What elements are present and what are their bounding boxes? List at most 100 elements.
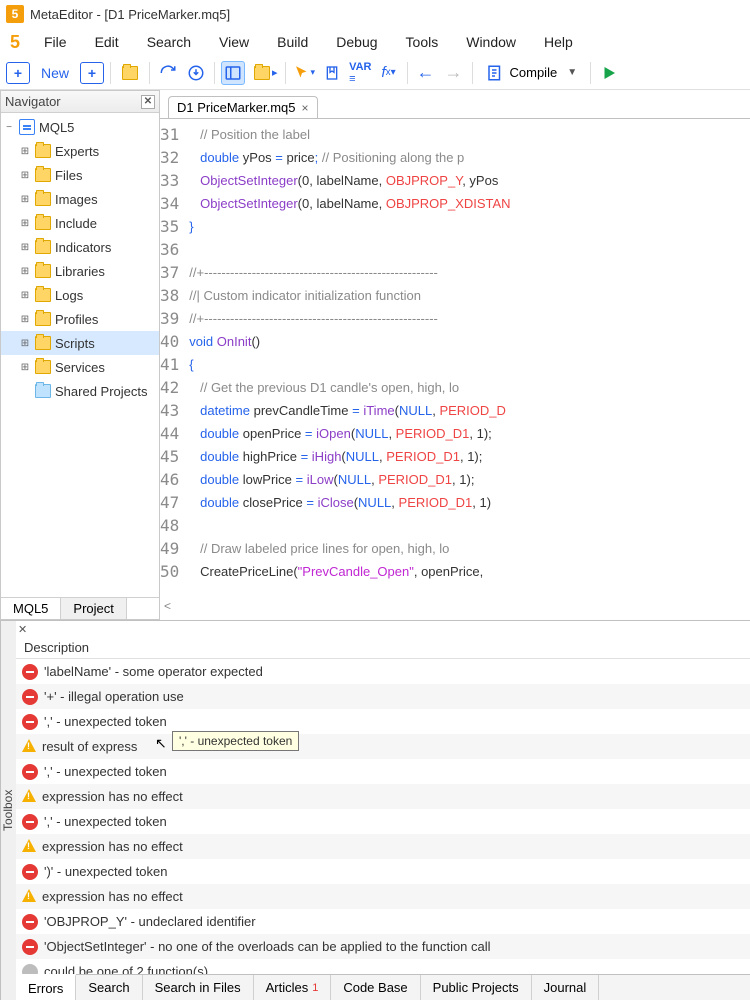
error-icon	[22, 914, 38, 930]
bookmark-icon[interactable]	[320, 61, 344, 85]
toolbox-tab[interactable]: Journal	[532, 975, 600, 1000]
menu-view[interactable]: View	[205, 32, 263, 52]
menubar: 5 File Edit Search View Build Debug Tool…	[0, 28, 750, 56]
warn-icon	[22, 789, 36, 802]
message-row[interactable]: 'labelName' - some operator expected	[16, 659, 750, 684]
menu-tools[interactable]: Tools	[392, 32, 453, 52]
error-icon	[22, 764, 38, 780]
message-row[interactable]: result of express	[16, 734, 750, 759]
file-tab[interactable]: D1 PriceMarker.mq5 ×	[168, 96, 318, 119]
message-row[interactable]: 'ObjectSetInteger' - no one of the overl…	[16, 934, 750, 959]
tree-item[interactable]: ⊞Services	[1, 355, 159, 379]
folder-icon	[35, 312, 51, 326]
mql5-icon	[19, 119, 35, 135]
download-icon[interactable]	[184, 61, 208, 85]
new-button[interactable]: New	[34, 61, 76, 85]
toggle-toolbox-icon[interactable]: ▸	[249, 61, 279, 85]
app-icon: 5	[4, 32, 26, 53]
toolbar: + New + ▸ ▾ VAR≡ fx▾ ← → Compile ▼	[0, 56, 750, 90]
toolbox-tab[interactable]: Search in Files	[143, 975, 254, 1000]
tree-item[interactable]: ⊞Profiles	[1, 307, 159, 331]
message-row[interactable]: expression has no effect	[16, 884, 750, 909]
app-logo-icon: 5	[6, 5, 24, 23]
compile-icon	[486, 64, 504, 82]
message-row[interactable]: ')' - unexpected token	[16, 859, 750, 884]
navigator-tab-project[interactable]: Project	[61, 598, 126, 619]
tree-item[interactable]: ⊞Files	[1, 163, 159, 187]
nav-back-icon[interactable]: ←	[414, 61, 438, 85]
compile-button[interactable]: Compile ▼	[479, 61, 585, 85]
message-row[interactable]: expression has no effect	[16, 834, 750, 859]
folder-icon	[35, 168, 51, 182]
open-folder-icon[interactable]	[117, 61, 143, 85]
toolbox-tab[interactable]: Public Projects	[421, 975, 532, 1000]
run-icon[interactable]	[597, 61, 621, 85]
menu-build[interactable]: Build	[263, 32, 322, 52]
info-icon	[22, 964, 38, 975]
message-list[interactable]: 'labelName' - some operator expected '+'…	[16, 659, 750, 974]
tree-item[interactable]: ⊞Images	[1, 187, 159, 211]
tree-item[interactable]: Shared Projects	[1, 379, 159, 403]
folder-icon	[35, 264, 51, 278]
folder-icon	[35, 360, 51, 374]
tree-root[interactable]: −MQL5	[1, 115, 159, 139]
new-window-icon[interactable]: +	[80, 62, 104, 84]
message-row[interactable]: expression has no effect	[16, 784, 750, 809]
file-tabs: D1 PriceMarker.mq5 ×	[160, 94, 750, 118]
message-row[interactable]: ',' - unexpected token	[16, 809, 750, 834]
toolbox-close-icon[interactable]: ✕	[18, 623, 27, 636]
menu-edit[interactable]: Edit	[81, 32, 133, 52]
warn-icon	[22, 889, 36, 902]
error-icon	[22, 814, 38, 830]
window-title: MetaEditor - [D1 PriceMarker.mq5]	[30, 7, 230, 22]
message-row[interactable]: could be one of 2 function(s)	[16, 959, 750, 974]
message-row[interactable]: 'OBJPROP_Y' - undeclared identifier	[16, 909, 750, 934]
navigator-panel: Navigator ✕ −MQL5 ⊞Experts ⊞Files ⊞Image…	[0, 90, 160, 620]
navigator-tab-mql5[interactable]: MQL5	[1, 598, 61, 619]
function-icon[interactable]: fx▾	[377, 61, 401, 85]
folder-icon	[35, 192, 51, 206]
folder-icon	[35, 216, 51, 230]
toolbox-tabs: ErrorsSearchSearch in FilesArticles 1Cod…	[16, 974, 750, 1000]
tree-item[interactable]: ⊞Libraries	[1, 259, 159, 283]
menu-search[interactable]: Search	[133, 32, 205, 52]
warn-icon	[22, 839, 36, 852]
toolbox-tab[interactable]: Errors	[16, 974, 76, 1000]
navigator-close-icon[interactable]: ✕	[141, 95, 155, 109]
error-icon	[22, 864, 38, 880]
message-row[interactable]: ',' - unexpected token	[16, 759, 750, 784]
chevron-down-icon: ▼	[567, 67, 577, 78]
toggle-navigator-icon[interactable]	[221, 61, 245, 85]
cursor-select-icon[interactable]: ▾	[292, 61, 317, 85]
var-icon[interactable]: VAR≡	[348, 61, 372, 85]
toolbox-tab[interactable]: Search	[76, 975, 142, 1000]
toolbox-label: Toolbox	[0, 621, 16, 1000]
menu-help[interactable]: Help	[530, 32, 587, 52]
tree-item[interactable]: ⊞Logs	[1, 283, 159, 307]
navigator-tree[interactable]: −MQL5 ⊞Experts ⊞Files ⊞Images ⊞Include ⊞…	[1, 113, 159, 597]
code-editor[interactable]: 3132333435363738394041424344454647484950…	[160, 118, 750, 620]
menu-debug[interactable]: Debug	[322, 32, 391, 52]
menu-file[interactable]: File	[30, 32, 81, 52]
menu-window[interactable]: Window	[452, 32, 530, 52]
toolbox-panel: Toolbox ✕ Description 'labelName' - some…	[0, 620, 750, 1000]
new-file-icon[interactable]: +	[6, 62, 30, 84]
tree-item[interactable]: ⊞Include	[1, 211, 159, 235]
tree-item[interactable]: ⊞Scripts	[1, 331, 159, 355]
error-icon	[22, 939, 38, 955]
folder-icon	[35, 288, 51, 302]
navigator-header: Navigator ✕	[1, 91, 159, 113]
scroll-left-icon[interactable]: <	[164, 595, 171, 618]
toolbox-header: Description	[16, 637, 750, 659]
error-icon	[22, 689, 38, 705]
tree-item[interactable]: ⊞Experts	[1, 139, 159, 163]
close-tab-icon[interactable]: ×	[301, 101, 308, 115]
message-row[interactable]: ',' - unexpected token	[16, 709, 750, 734]
refresh-icon[interactable]	[156, 61, 180, 85]
nav-forward-icon[interactable]: →	[442, 61, 466, 85]
tree-item[interactable]: ⊞Indicators	[1, 235, 159, 259]
toolbox-tab[interactable]: Code Base	[331, 975, 420, 1000]
toolbox-tab[interactable]: Articles 1	[254, 975, 332, 1000]
message-row[interactable]: '+' - illegal operation use	[16, 684, 750, 709]
folder-icon	[35, 144, 51, 158]
